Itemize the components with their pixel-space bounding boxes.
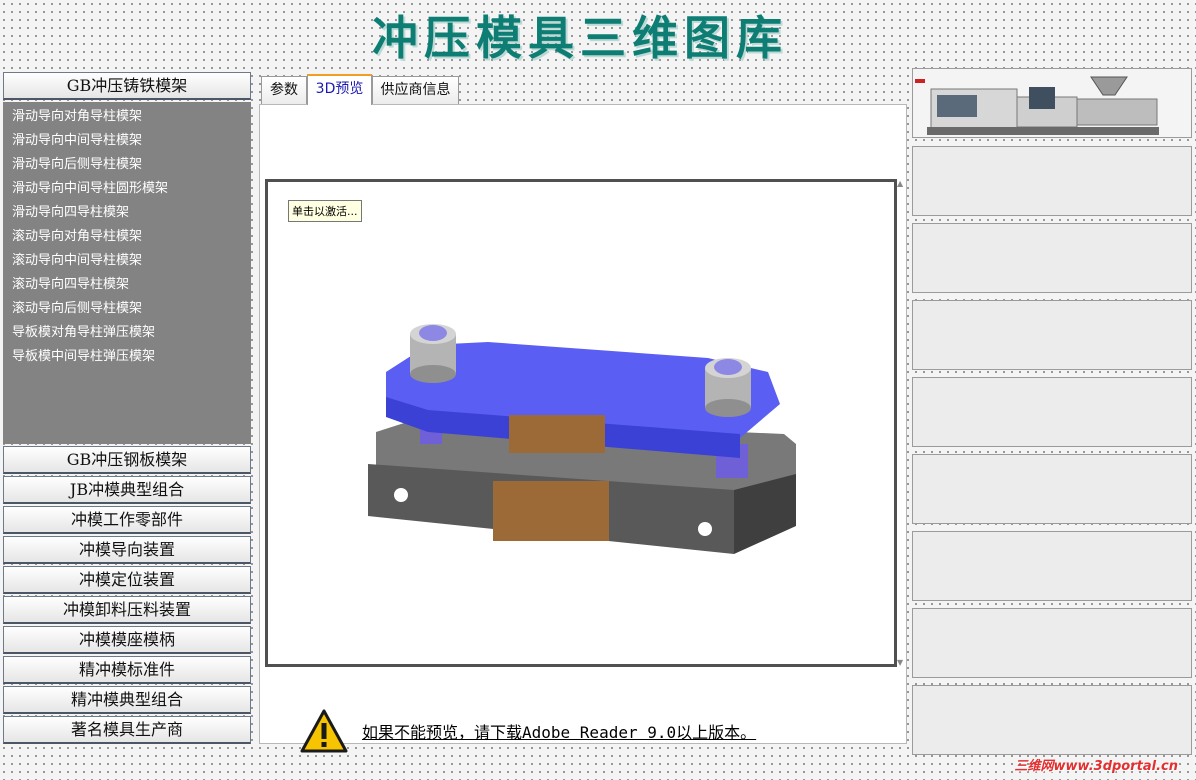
- bottom-plate-hole: [698, 522, 712, 536]
- subcategory-item[interactable]: 滑动导向后侧导柱模架: [3, 153, 251, 177]
- subcategory-panel: 滑动导向对角导柱模架 滑动导向中间导柱模架 滑动导向后侧导柱模架 滑动导向中间导…: [3, 102, 251, 444]
- category-header[interactable]: JB冲模典型组合: [3, 476, 251, 504]
- subcategory-item[interactable]: 导板模对角导柱弹压模架: [3, 321, 251, 345]
- ad-slot[interactable]: [912, 531, 1192, 601]
- ad-slot[interactable]: [912, 300, 1192, 370]
- guide-bushing: [705, 399, 751, 417]
- subcategory-item[interactable]: 滑动导向中间导柱圆形模架: [3, 177, 251, 201]
- category-header[interactable]: GB冲压钢板模架: [3, 446, 251, 474]
- category-header[interactable]: 冲模模座模柄: [3, 626, 251, 654]
- category-sidebar: GB冲压铸铁模架 滑动导向对角导柱模架 滑动导向中间导柱模架 滑动导向后侧导柱模…: [3, 72, 251, 746]
- bottom-plate-block: [493, 481, 609, 541]
- category-header[interactable]: 精冲模标准件: [3, 656, 251, 684]
- download-reader-link[interactable]: 如果不能预览，请下载Adobe Reader 9.0以上版本。: [362, 719, 756, 743]
- top-plate-block: [509, 415, 605, 453]
- ad-banner-machine[interactable]: [912, 68, 1192, 138]
- subcategory-item[interactable]: 滚动导向四导柱模架: [3, 273, 251, 297]
- category-header[interactable]: 著名模具生产商: [3, 716, 251, 744]
- tab-params[interactable]: 参数: [261, 76, 307, 104]
- category-header[interactable]: 冲模卸料压料装置: [3, 596, 251, 624]
- guide-post-cap: [419, 325, 447, 341]
- ad-slot[interactable]: [912, 377, 1192, 447]
- tab-supplier-info[interactable]: 供应商信息: [372, 76, 459, 104]
- category-header-gb-cast-iron[interactable]: GB冲压铸铁模架: [3, 72, 251, 100]
- ad-slot[interactable]: [912, 223, 1192, 293]
- site-watermark: 三维网www.3dportal.cn: [1014, 759, 1178, 774]
- content-area: 参数 3D预览 供应商信息 单击以激活... ▲ ▼ 如果不能预览，请下载Ado…: [259, 74, 907, 753]
- guide-post-cap: [714, 359, 742, 375]
- subcategory-item[interactable]: 导板模中间导柱弹压模架: [3, 345, 251, 369]
- scroll-down-icon[interactable]: ▼: [897, 658, 903, 667]
- 3d-viewer[interactable]: 单击以激活...: [265, 179, 897, 667]
- die-set-model: [368, 324, 796, 554]
- category-header[interactable]: 精冲模典型组合: [3, 686, 251, 714]
- category-header[interactable]: 冲模工作零部件: [3, 506, 251, 534]
- viewer-scrollbar[interactable]: ▲ ▼: [896, 179, 906, 667]
- ad-slot[interactable]: [912, 146, 1192, 216]
- subcategory-item[interactable]: 滑动导向中间导柱模架: [3, 129, 251, 153]
- subcategory-item[interactable]: 滚动导向后侧导柱模架: [3, 297, 251, 321]
- guide-bushing: [410, 365, 456, 383]
- ad-slot[interactable]: [912, 608, 1192, 678]
- category-header[interactable]: 冲模定位装置: [3, 566, 251, 594]
- subcategory-item[interactable]: 滑动导向四导柱模架: [3, 201, 251, 225]
- page-title: 冲压模具三维图库: [372, 11, 788, 65]
- category-header[interactable]: 冲模导向装置: [3, 536, 251, 564]
- injection-machine-image: [913, 69, 1191, 137]
- reader-notice: 如果不能预览，请下载Adobe Reader 9.0以上版本。: [300, 709, 840, 755]
- subcategory-item[interactable]: 滑动导向对角导柱模架: [3, 105, 251, 129]
- subcategory-item[interactable]: 滚动导向中间导柱模架: [3, 249, 251, 273]
- tab-3d-preview[interactable]: 3D预览: [307, 74, 372, 105]
- subcategory-item[interactable]: 滚动导向对角导柱模架: [3, 225, 251, 249]
- ad-slot[interactable]: [912, 454, 1192, 524]
- warning-icon: [300, 709, 348, 753]
- ad-slot[interactable]: [912, 685, 1192, 755]
- tab-panel: 单击以激活... ▲ ▼ 如果不能预览，请下载Adobe Reader 9.0以…: [259, 104, 907, 753]
- scroll-up-icon[interactable]: ▲: [897, 179, 903, 188]
- bottom-plate-hole: [394, 488, 408, 502]
